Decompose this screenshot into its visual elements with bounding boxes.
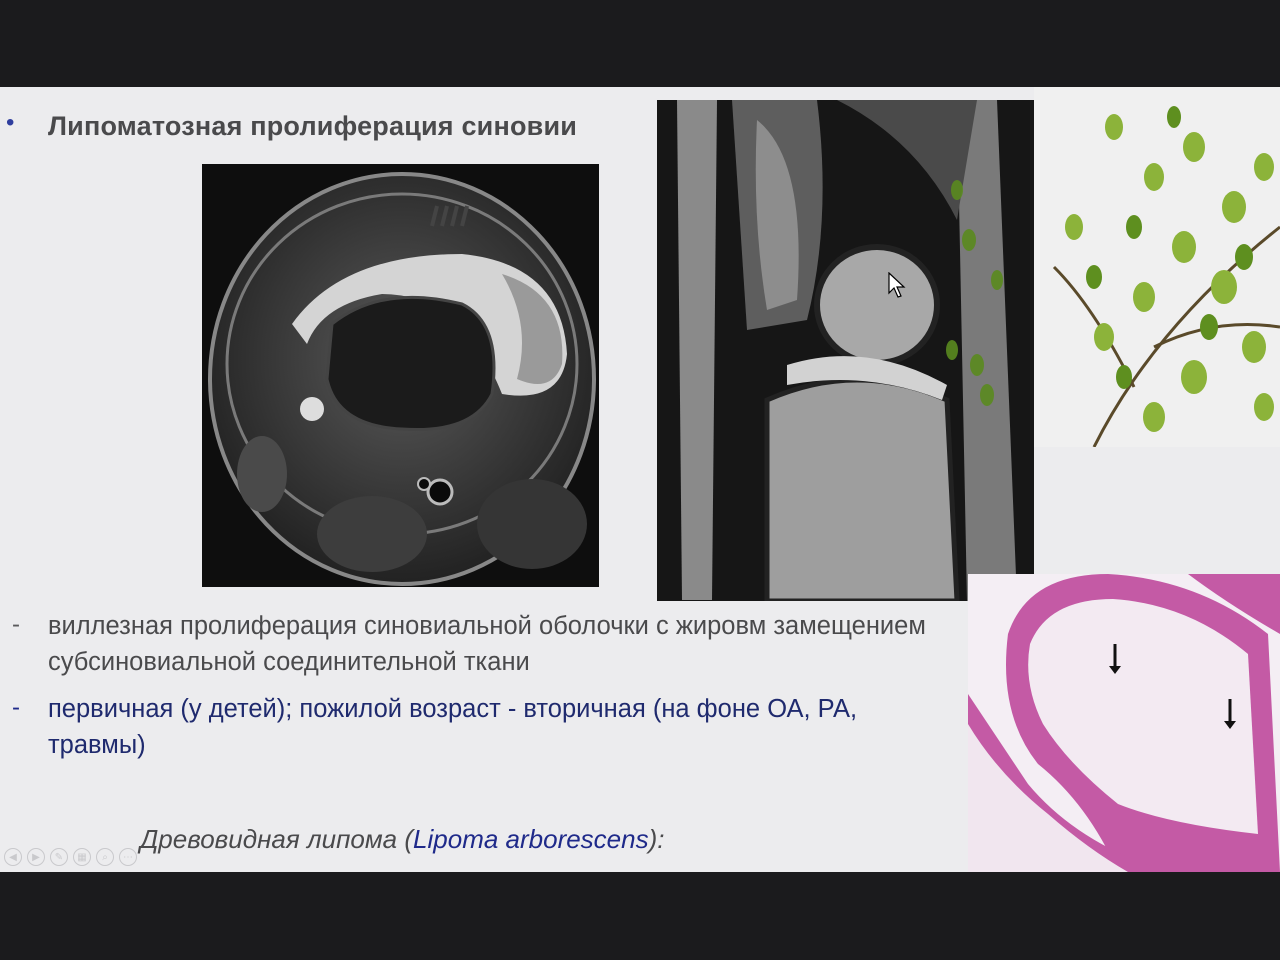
presentation-slide: • Липоматозная пролиферация синовии - ви… (0, 87, 1280, 872)
slides-icon[interactable]: ▦ (73, 848, 91, 866)
next-icon[interactable]: ▶ (27, 848, 45, 866)
bottom-letterbox (0, 872, 1280, 960)
previous-icon[interactable]: ◀ (4, 848, 22, 866)
bullet-dash: - (12, 611, 20, 638)
caption-prefix: Древовидная липома ( (140, 824, 414, 854)
pen-icon[interactable]: ✎ (50, 848, 68, 866)
top-letterbox (0, 0, 1280, 87)
description-text-1: виллезная пролиферация синовиальной обол… (48, 612, 926, 676)
zoom-icon[interactable]: ⌕ (96, 848, 114, 866)
histology-image (968, 574, 1280, 872)
bullet-dash: - (12, 694, 20, 721)
more-icon[interactable]: ⋯ (119, 848, 137, 866)
axial-mri-image (202, 164, 599, 587)
slide-heading: Липоматозная пролиферация синовии (48, 111, 578, 141)
bullet-icon: • (6, 109, 15, 136)
sagittal-mri-image (657, 100, 1034, 601)
tree-leaves-image (1034, 87, 1280, 447)
caption: Древовидная липома (Lipoma arborescens): (140, 824, 665, 855)
caption-suffix: ): (648, 824, 665, 854)
caption-latin-term: Lipoma arborescens (413, 824, 649, 854)
description-text-2: первичная (у детей); пожилой возраст - в… (48, 695, 858, 759)
mouse-pointer-icon (888, 272, 906, 298)
slideshow-controls: ◀ ▶ ✎ ▦ ⌕ ⋯ (4, 848, 137, 866)
